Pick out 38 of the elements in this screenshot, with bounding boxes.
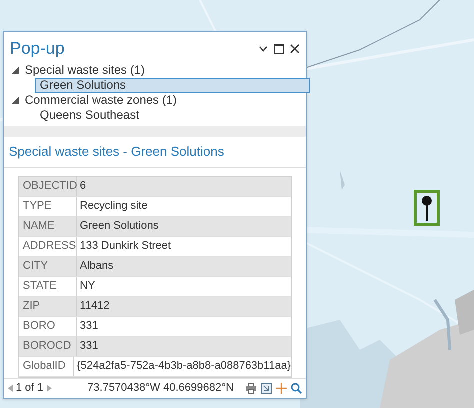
- section-title: Special waste sites - Green Solutions: [9, 144, 224, 159]
- field-name-cell: BOROCD: [19, 336, 77, 356]
- field-value-cell-text: Green Solutions: [79, 218, 159, 234]
- maximize-icon[interactable]: [274, 44, 284, 54]
- field-name-cell: STATE: [19, 276, 77, 296]
- field-value-cell-text: 11412: [79, 298, 110, 314]
- field-value-cell-text: NY: [79, 278, 96, 294]
- field-name-cell: NAME: [19, 216, 77, 236]
- search-icon[interactable]: [291, 382, 302, 394]
- field-name-cell: GlobalID: [19, 356, 74, 376]
- zoom-to-extent-icon[interactable]: [261, 382, 272, 394]
- field-value-cell-text: 331: [79, 318, 98, 334]
- expand-triangle-icon[interactable]: [12, 96, 19, 104]
- tree-item[interactable]: Green Solutions: [35, 78, 310, 92]
- chevron-down-icon[interactable]: [259, 46, 268, 52]
- tree-item[interactable]: Queens Southeast: [35, 108, 310, 122]
- printer-icon[interactable]: [246, 382, 257, 394]
- field-value-cell-text: Albans: [79, 258, 114, 274]
- pin-icon: [422, 196, 432, 222]
- field-value-cell-text: 133 Dunkirk Street: [79, 238, 172, 254]
- field-name-cell: ADDRESS: [19, 236, 77, 256]
- popup-title: Pop-up: [10, 38, 65, 60]
- close-icon[interactable]: [290, 44, 300, 54]
- field-name-cell: BORO: [19, 316, 77, 336]
- field-name-cell: CITY: [19, 256, 77, 276]
- field-name-cell: OBJECTID: [19, 176, 77, 196]
- field-value-cell-text: 6: [79, 178, 86, 194]
- expand-triangle-icon[interactable]: [12, 66, 19, 74]
- tree-group-label[interactable]: Commercial waste zones (1): [25, 91, 178, 109]
- crosshair-icon[interactable]: [276, 382, 287, 394]
- field-value-cell-text: Recycling site: [79, 198, 148, 214]
- field-name-cell: ZIP: [19, 296, 77, 316]
- field-name-cell: TYPE: [19, 196, 77, 216]
- field-value-cell-text: {524a2fa5-752a-4b3b-a8b8-a088763b11aa}: [76, 358, 291, 374]
- page-indicator: 1 of 1: [16, 381, 44, 396]
- tree-group-label[interactable]: Special waste sites (1): [25, 61, 146, 79]
- field-value-cell-text: 331: [79, 338, 98, 354]
- coordinates-text: 73.7570438°W 40.6699682°N: [88, 381, 234, 396]
